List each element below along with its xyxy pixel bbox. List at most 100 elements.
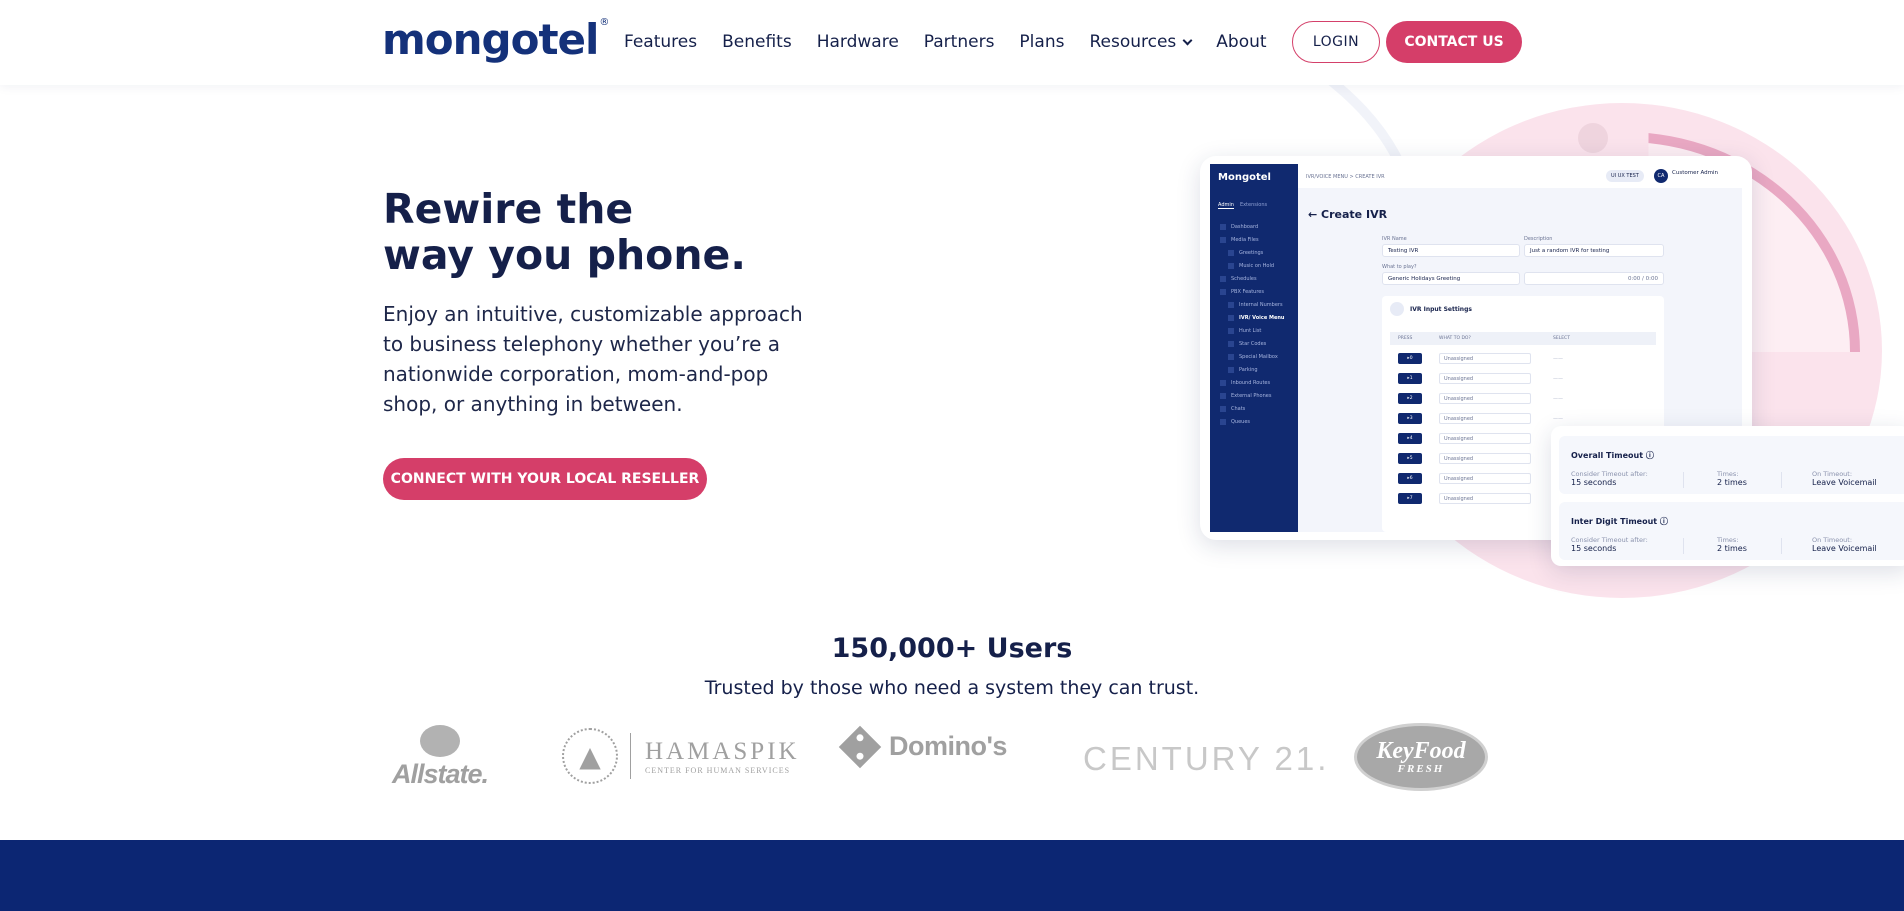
mock-tab-extensions: Extensions — [1239, 202, 1268, 208]
mock-nav-icon — [1220, 405, 1226, 412]
century21-logo: CENTURY 21. — [1083, 740, 1330, 777]
mock-action-select: Unassigned — [1439, 493, 1531, 504]
mock-sidebar-label: Internal Numbers — [1239, 301, 1283, 308]
mock-sidebar-item: IVR/ Voice Menu — [1220, 311, 1284, 324]
avatar: CA — [1654, 169, 1668, 183]
mock-page-title: ← Create IVR — [1308, 208, 1388, 221]
footer-band — [0, 840, 1904, 911]
nav-hardware[interactable]: Hardware — [817, 32, 899, 52]
client-logos: Allstate. ▲ HAMASPIK CENTER FOR HUMAN SE… — [380, 720, 1520, 800]
divider — [630, 733, 631, 779]
table-row: ▸ 2 Unassigned —— — [1390, 390, 1656, 408]
mock-key-badge: ▸ 7 — [1398, 493, 1422, 504]
mock-nav-icon — [1220, 392, 1226, 399]
mock-sidebar-label: Greetings — [1239, 249, 1264, 256]
overall-times-label: Times: — [1717, 470, 1739, 478]
mock-sidebar-label: Inbound Routes — [1231, 379, 1271, 386]
overall-on-timeout-value: Leave Voicemail — [1812, 478, 1877, 487]
hamaspik-emblem-icon: ▲ — [562, 728, 618, 784]
nav-about[interactable]: About — [1216, 32, 1266, 52]
mock-nav-icon — [1228, 340, 1234, 347]
mock-col-what: WHAT TO DO? — [1439, 336, 1471, 341]
mock-sidebar-item: Music on Hold — [1220, 259, 1284, 272]
info-icon: ⓘ — [1645, 451, 1654, 460]
contact-us-button[interactable]: CONTACT US — [1386, 21, 1522, 63]
mock-nav-icon — [1220, 418, 1226, 425]
mongotel-logo[interactable]: mongotel® — [382, 15, 609, 64]
overall-consider-value: 15 seconds — [1571, 478, 1617, 487]
hamaspik-subtitle: CENTER FOR HUMAN SERVICES — [645, 765, 791, 775]
dominos-wordmark: Domino's — [889, 731, 1007, 761]
mock-description-field: Just a random IVR for testing — [1524, 244, 1664, 257]
nav-benefits[interactable]: Benefits — [722, 32, 792, 52]
site-header: mongotel® Features Benefits Hardware Par… — [0, 0, 1904, 85]
inter-digit-title-text: Inter Digit Timeout — [1571, 517, 1658, 526]
mock-topbar: IVR/VOICE MENU > CREATE IVR UI UX TEST C… — [1298, 164, 1742, 188]
divider — [1781, 472, 1782, 488]
mock-key-label: 1 — [1409, 376, 1413, 381]
dominos-logo: Domino's — [838, 725, 1007, 768]
mock-sidebar-nav: Dashboard Media Files Greetings Music on Ho… — [1220, 220, 1284, 428]
users-count-heading: 150,000+ Users — [831, 633, 1073, 664]
mock-sidebar-label: Special Mailbox — [1239, 353, 1278, 360]
info-icon: ⓘ — [1659, 517, 1668, 526]
mock-sidebar-label: Chats — [1231, 405, 1246, 412]
mock-key-label: 7 — [1409, 496, 1413, 501]
mock-select-placeholder: —— — [1553, 416, 1563, 422]
mock-sidebar-item: Inbound Routes — [1220, 376, 1284, 389]
mock-key-badge: ▸ 2 — [1398, 393, 1422, 404]
mock-sidebar-label: Media Files — [1231, 236, 1259, 243]
nav-features[interactable]: Features — [624, 32, 697, 52]
mock-sidebar-item: Parking — [1220, 363, 1284, 376]
mock-nav-icon — [1220, 379, 1226, 386]
mock-key-label: 6 — [1409, 476, 1413, 481]
mock-what-to-play-label: What to play? — [1382, 264, 1417, 270]
mock-action-select: Unassigned — [1439, 453, 1531, 464]
mock-sidebar-label: External Phones — [1231, 392, 1272, 399]
mock-table-header: PRESS WHAT TO DO? SELECT — [1390, 332, 1656, 345]
mock-breadcrumb: IVR/VOICE MENU > CREATE IVR — [1306, 174, 1385, 180]
mock-nav-icon — [1228, 366, 1234, 373]
chevron-down-icon — [1182, 35, 1193, 45]
mock-key-label: 4 — [1409, 436, 1413, 441]
hamaspik-text: HAMASPIK CENTER FOR HUMAN SERVICES — [645, 738, 800, 775]
mock-nav-icon — [1228, 249, 1234, 256]
mock-key-badge: ▸ 3 — [1398, 413, 1422, 424]
mock-key-badge: ▸ 1 — [1398, 373, 1422, 384]
mock-select-placeholder: —— — [1553, 396, 1563, 402]
mock-nav-icon — [1220, 223, 1226, 230]
divider — [1683, 538, 1684, 554]
inter-digit-timeout-panel: Inter Digit Timeout ⓘ Consider Timeout a… — [1559, 502, 1904, 560]
mock-logo: Mongotel — [1218, 172, 1271, 183]
connect-reseller-button[interactable]: CONNECT WITH YOUR LOCAL RESELLER — [383, 458, 707, 500]
overall-on-timeout-label: On Timeout: — [1812, 470, 1853, 478]
headline-line-2: way you phone. — [383, 231, 746, 279]
mock-sidebar-item: Schedules — [1220, 272, 1284, 285]
nav-resources[interactable]: Resources — [1089, 32, 1193, 52]
mock-nav-icon — [1220, 236, 1226, 243]
timeout-settings-card: Overall Timeout ⓘ Consider Timeout after… — [1551, 426, 1904, 566]
mock-sidebar-item: Media Files — [1220, 233, 1284, 246]
mock-sidebar-item: Greetings — [1220, 246, 1284, 259]
mock-key-badge: ▸ 4 — [1398, 433, 1422, 444]
mock-sidebar-item: Internal Numbers — [1220, 298, 1284, 311]
mock-key-label: 2 — [1409, 396, 1413, 401]
login-button[interactable]: LOGIN — [1292, 21, 1380, 63]
mock-sidebar: Mongotel Admin Extensions Dashboard Media… — [1210, 164, 1298, 532]
mock-settings-title: IVR Input Settings — [1410, 306, 1472, 313]
nav-plans[interactable]: Plans — [1019, 32, 1064, 52]
allstate-hands-icon — [420, 725, 461, 757]
mock-sidebar-label: Music on Hold — [1239, 262, 1275, 269]
mock-tab-admin: Admin — [1218, 202, 1234, 209]
divider — [1781, 538, 1782, 554]
mock-key-label: 0 — [1409, 356, 1413, 361]
mock-action-select: Unassigned — [1439, 413, 1531, 424]
mock-action-select: Unassigned — [1439, 353, 1531, 364]
overall-timeout-title-text: Overall Timeout — [1571, 451, 1644, 460]
hero-subtext: Enjoy an intuitive, customizable approac… — [383, 302, 803, 416]
divider — [1683, 472, 1684, 488]
nav-partners[interactable]: Partners — [924, 32, 995, 52]
mock-tag: UI UX TEST — [1606, 170, 1644, 182]
mock-sidebar-item: PBX Features — [1220, 285, 1284, 298]
mock-nav-icon — [1228, 301, 1234, 308]
